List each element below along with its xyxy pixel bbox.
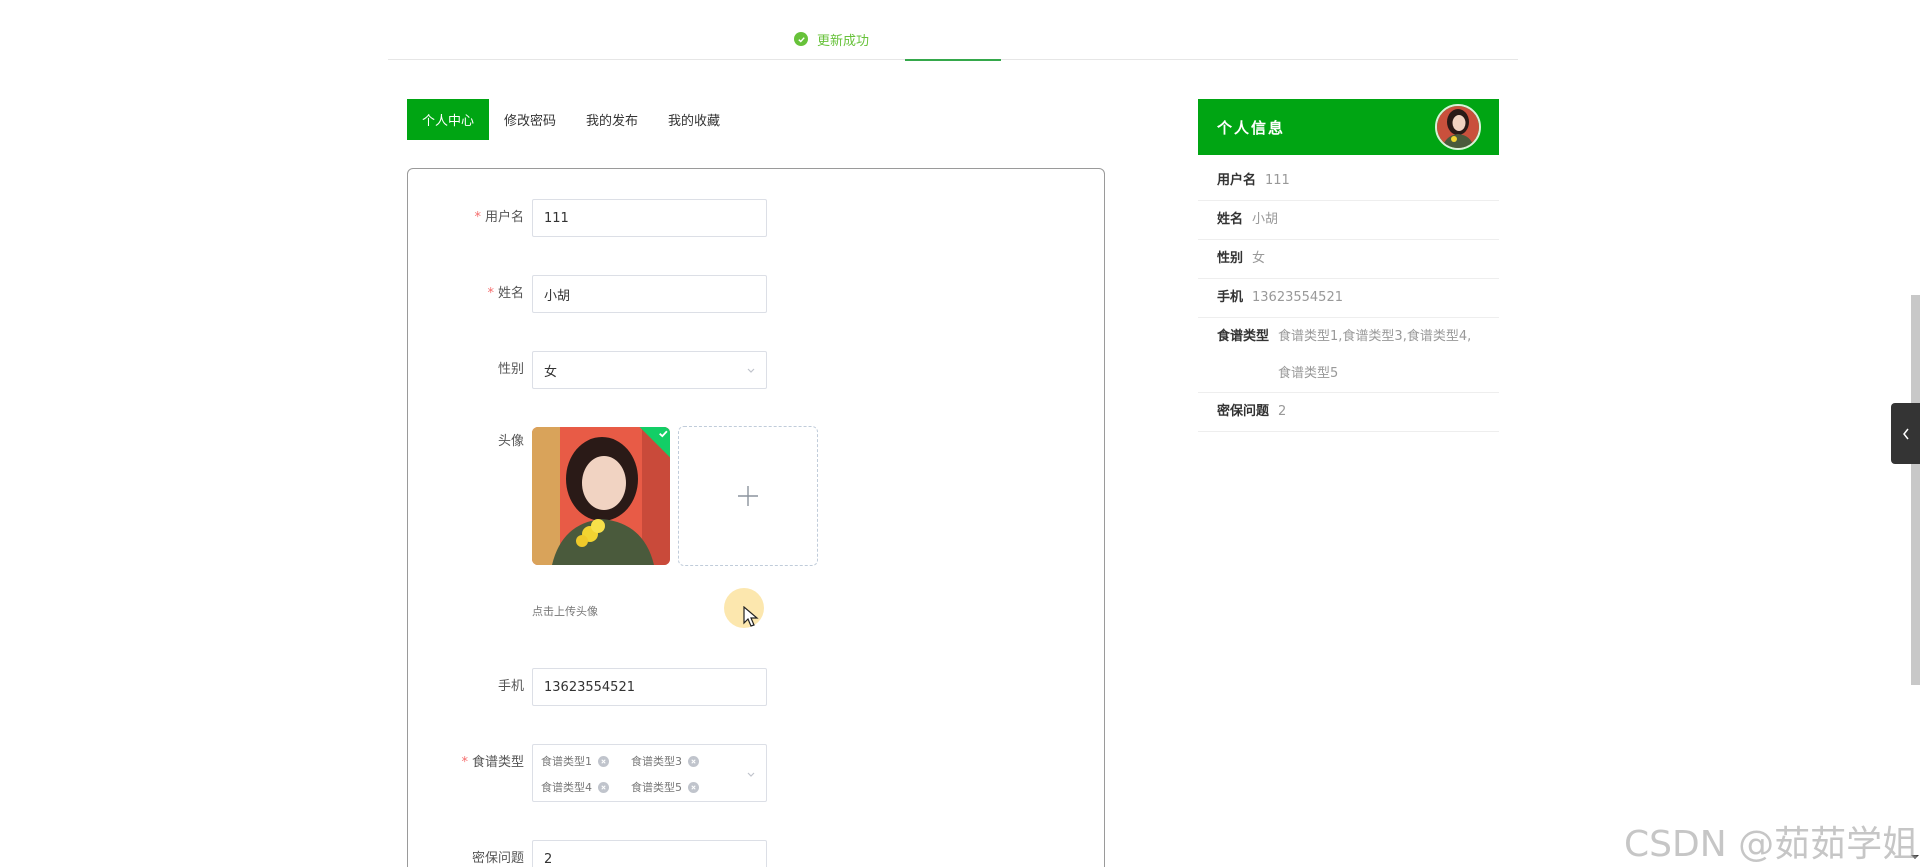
info-row-username: 用户名 111 <box>1198 162 1499 201</box>
recipe-type-tag: 食谱类型3 <box>631 751 721 771</box>
avatar-upload-hint: 点击上传头像 <box>532 605 598 618</box>
success-icon <box>794 32 808 46</box>
info-row-phone: 手机 13623554521 <box>1198 279 1499 318</box>
info-row-gender: 性别女 <box>1198 240 1499 279</box>
gender-row: 性别 女 <box>408 351 1104 389</box>
avatar <box>1435 104 1481 150</box>
name-input[interactable]: 小胡 <box>532 275 767 313</box>
recipe-type-multiselect[interactable]: 食谱类型1 食谱类型3 食谱类型4 食谱类型5 <box>532 744 767 802</box>
avatar-image[interactable] <box>532 427 670 565</box>
sidebar-toggle-button[interactable] <box>1891 403 1920 464</box>
avatar-upload-button[interactable] <box>678 426 818 566</box>
username-label: * 用户名 <box>474 210 524 225</box>
top-nav-underline <box>905 59 1001 61</box>
security-question-label: 密保问题 <box>471 851 524 866</box>
name-row: * 姓名 小胡 <box>408 275 1104 313</box>
gender-label: 性别 <box>497 362 524 377</box>
security-question-input[interactable]: 2 <box>532 840 767 867</box>
info-header: 个人信息 <box>1198 99 1499 155</box>
gender-select[interactable]: 女 <box>532 351 767 389</box>
avatar-label: 头像 <box>497 434 524 449</box>
tab-my-favorites[interactable]: 我的收藏 <box>653 99 735 140</box>
center-tabs: 个人中心 修改密码 我的发布 我的收藏 <box>407 99 735 140</box>
tab-personal-center[interactable]: 个人中心 <box>407 99 490 140</box>
avatar-thumbnail <box>1437 106 1479 148</box>
plus-icon <box>738 486 758 506</box>
phone-row: 手机 13623554521 <box>408 668 1104 706</box>
scrollbar-thumb[interactable] <box>1911 295 1920 685</box>
username-row: * 用户名 111 <box>408 199 1104 237</box>
gender-value: 女 <box>544 364 558 380</box>
toast-message: 更新成功 <box>817 33 870 49</box>
chevron-left-icon <box>1902 428 1909 439</box>
info-row-recipe-type: 食谱类型 食谱类型1,食谱类型3,食谱类型4, 食谱类型5 <box>1198 318 1499 393</box>
info-title: 个人信息 <box>1217 118 1286 137</box>
info-row-name: 姓名 小胡 <box>1198 201 1499 240</box>
page: 更新成功 个人中心 修改密码 我的发布 我的收藏 * 用户名 111 * 姓名 小胡… <box>0 0 1920 867</box>
recipe-type-tag: 食谱类型4 <box>541 777 631 797</box>
phone-input[interactable]: 13623554521 <box>532 668 767 706</box>
success-toast: 更新成功 <box>788 26 876 52</box>
recipe-type-tag: 食谱类型5 <box>631 777 721 797</box>
profile-form: * 用户名 111 * 姓名 小胡 性别 女 头像 点击上传头像 手机 1362… <box>407 168 1105 867</box>
tag-close-icon[interactable] <box>598 781 609 793</box>
chevron-down-icon <box>747 772 755 777</box>
mouse-cursor-icon <box>743 606 759 627</box>
recipe-type-label: * 食谱类型 <box>461 755 524 770</box>
chevron-down-icon <box>747 368 755 373</box>
recipe-type-tag: 食谱类型1 <box>541 751 631 771</box>
tab-change-password[interactable]: 修改密码 <box>489 99 571 140</box>
security-question-row: 密保问题 2 <box>408 840 1104 867</box>
watermark: CSDN @茹茹学姐 <box>1624 824 1919 865</box>
personal-info-panel: 个人信息 用户名 111 姓名 小胡 性别女 手机 13623554521 食谱类型 … <box>1198 99 1499 432</box>
tag-close-icon[interactable] <box>688 755 699 767</box>
username-input[interactable]: 111 <box>532 199 767 237</box>
info-row-security-question: 密保问题 2 <box>1198 393 1499 432</box>
tag-close-icon[interactable] <box>688 781 699 793</box>
tag-close-icon[interactable] <box>598 755 609 767</box>
tab-my-posts[interactable]: 我的发布 <box>571 99 653 140</box>
name-label: * 姓名 <box>487 286 524 301</box>
phone-label: 手机 <box>497 679 524 694</box>
check-icon <box>659 430 668 438</box>
avatar-photo <box>532 427 670 565</box>
